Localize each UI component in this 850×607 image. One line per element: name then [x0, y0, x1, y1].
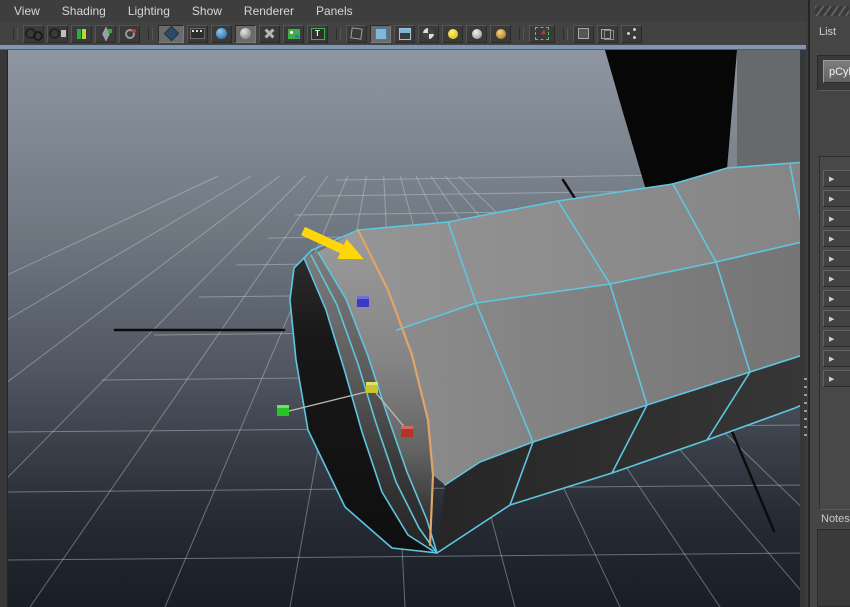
object-tab-pcylinder[interactable]: pCyl [823, 60, 850, 83]
attribute-section-expander[interactable]: ▶ [823, 330, 850, 347]
attribute-section-expander[interactable]: ▶ [823, 230, 850, 247]
attribute-section-expander[interactable]: ▶ [823, 290, 850, 307]
menu-show[interactable]: Show [192, 4, 222, 18]
shaded-display-icon[interactable] [211, 24, 232, 43]
attribute-section-expander[interactable]: ▶ [823, 170, 850, 187]
viewport-left-frame [0, 50, 8, 607]
menu-lighting[interactable]: Lighting [128, 4, 170, 18]
chevron-right-icon: ▶ [829, 175, 835, 183]
use-default-material-icon[interactable]: T [307, 24, 328, 43]
application-window: View Shading Lighting Show Renderer Pane… [0, 0, 850, 607]
menu-shading[interactable]: Shading [62, 4, 106, 18]
attribute-section-expander[interactable]: ▶ [823, 350, 850, 367]
notes-text-area[interactable] [817, 529, 850, 607]
viewport-menu-bar: View Shading Lighting Show Renderer Pane… [0, 0, 806, 22]
panel-menu-list[interactable]: List [819, 26, 836, 38]
menu-panels[interactable]: Panels [316, 4, 353, 18]
viewport-3d[interactable] [8, 50, 806, 607]
chevron-right-icon: ▶ [829, 235, 835, 243]
manipulator-yellow-center-handle[interactable] [366, 382, 378, 393]
chevron-right-icon: ▶ [829, 355, 835, 363]
xray-display-icon[interactable] [573, 24, 594, 43]
attribute-section-expander[interactable]: ▶ [823, 370, 850, 387]
attribute-section-expander[interactable]: ▶ [823, 310, 850, 327]
chevron-right-icon: ▶ [829, 255, 835, 263]
chevron-right-icon: ▶ [829, 195, 835, 203]
toolbar-separator [13, 27, 18, 40]
textured-display-icon[interactable] [283, 24, 304, 43]
toolbar-separator [519, 27, 524, 40]
viewport-camera-gate-icon[interactable] [158, 24, 184, 43]
chevron-right-icon: ▶ [829, 295, 835, 303]
attribute-sections: ▶ ▶ ▶ ▶ ▶ ▶ ▶ ▶ ▶ ▶ ▶ [823, 170, 850, 390]
toolbar-separator [148, 27, 153, 40]
selection-highlight-icon[interactable] [529, 24, 555, 43]
light-yellow-icon[interactable] [442, 24, 463, 43]
two-sided-lighting-icon[interactable] [394, 24, 415, 43]
chevron-right-icon: ▶ [829, 275, 835, 283]
attribute-section-expander[interactable]: ▶ [823, 270, 850, 287]
notes-section-label: Notes [821, 513, 850, 525]
menu-view[interactable]: View [14, 4, 40, 18]
zoom-selected-icon[interactable] [119, 24, 140, 43]
shadows-icon[interactable] [418, 24, 439, 43]
smooth-shade-all-icon[interactable] [235, 24, 256, 43]
attribute-section-expander[interactable]: ▶ [823, 190, 850, 207]
chevron-right-icon: ▶ [829, 215, 835, 223]
light-gray-icon[interactable] [466, 24, 487, 43]
attribute-section-expander[interactable]: ▶ [823, 210, 850, 227]
chevron-right-icon: ▶ [829, 315, 835, 323]
view-plane-icon[interactable] [95, 24, 116, 43]
toolbar-separator [336, 27, 341, 40]
select-camera-icon[interactable] [23, 24, 44, 43]
chevron-right-icon: ▶ [829, 335, 835, 343]
menu-renderer[interactable]: Renderer [244, 4, 294, 18]
image-plane-icon[interactable] [71, 24, 92, 43]
isolate-select-icon[interactable] [346, 24, 367, 43]
use-all-lights-icon[interactable] [370, 24, 391, 43]
attribute-section-expander[interactable]: ▶ [823, 250, 850, 267]
chevron-right-icon: ▶ [829, 375, 835, 383]
panel-drag-handle[interactable] [815, 6, 849, 16]
toolbar-separator [563, 27, 568, 40]
viewport-right-seam [800, 50, 806, 607]
attribute-editor-panel: List pCyl ▶ ▶ ▶ ▶ ▶ ▶ ▶ ▶ ▶ ▶ ▶ Notes [808, 0, 850, 607]
viewport-toolbar: T [0, 22, 806, 45]
frame-overlay-icon[interactable] [597, 24, 618, 43]
manipulator-blue-handle[interactable] [357, 296, 369, 307]
share-view-icon[interactable] [621, 24, 642, 43]
light-gold-icon[interactable] [490, 24, 511, 43]
wireframe-display-icon[interactable] [259, 24, 280, 43]
panel-splitter-dots[interactable] [804, 378, 807, 438]
camera-attributes-icon[interactable] [47, 24, 68, 43]
manipulator-red-handle[interactable] [401, 426, 413, 437]
film-gate-icon[interactable] [187, 24, 208, 43]
manipulator-green-handle[interactable] [277, 405, 289, 416]
